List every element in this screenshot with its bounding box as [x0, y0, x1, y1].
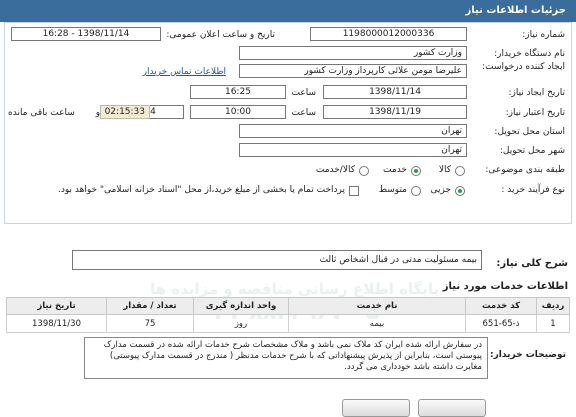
table-row[interactable]: 1 ذ-65-651 بیمه روز 75 1398/11/30: [6, 314, 570, 333]
cell-service-code: ذ-65-651: [465, 314, 537, 333]
col-header-service-code: کد خدمت: [465, 297, 537, 315]
province-label: استان محل تحویل:: [494, 127, 565, 137]
remaining-label: ساعت باقی مانده: [8, 108, 75, 118]
created-time-label: ساعت: [291, 88, 317, 98]
announce-field[interactable]: 1398/11/14 - 16:28: [11, 27, 161, 41]
buyer-org-field[interactable]: وزارت کشور: [239, 46, 467, 60]
col-header-service-name: نام خدمت: [288, 297, 466, 315]
purchase-radio-medium[interactable]: [411, 186, 421, 196]
deadline-label: تاریخ اعتبار نیاز:: [505, 108, 565, 118]
deadline-time-label: ساعت: [291, 108, 317, 118]
col-header-unit: واحد اندازه گیری: [193, 297, 289, 315]
col-header-row-number: ردیف: [536, 297, 570, 315]
buyer-notes-field[interactable]: در سفارش ارائه شده ایران کد ملاک نمی باش…: [84, 337, 488, 379]
col-header-need-date: تاریخ نیاز: [6, 297, 107, 315]
announce-label: تاریخ و ساعت اعلان عمومی:: [166, 30, 275, 40]
city-field[interactable]: تهران: [239, 143, 467, 157]
need-number-field[interactable]: 1198000012000336: [310, 27, 467, 41]
created-date-field[interactable]: 1398/11/14: [323, 85, 467, 99]
category-option-goods-service: کالا/خدمت: [315, 165, 355, 175]
back-button[interactable]: [342, 399, 410, 417]
watermark-text: پایگاه اطلاع رسانی مناقصه و مزایده ها: [150, 280, 440, 298]
page-title: جزئیات اطلاعات نیاز: [465, 5, 566, 16]
remaining-time-field: 02:15:33: [100, 105, 150, 119]
province-field[interactable]: تهران: [239, 124, 467, 138]
buyer-notes-label: توضیحات خریدار:: [490, 350, 566, 360]
cell-quantity: 75: [106, 314, 194, 333]
deadline-time-field[interactable]: 10:00: [190, 105, 286, 119]
category-radio-service[interactable]: [411, 166, 421, 176]
requester-label: ایجاد کننده درخواست:: [482, 62, 565, 72]
category-label: طبقه بندی موضوعی:: [485, 165, 565, 175]
cell-service-name: بیمه: [288, 314, 466, 333]
purchase-type-label: نوع فرآیند خرید :: [501, 185, 565, 195]
created-time-field[interactable]: 16:25: [190, 85, 286, 99]
services-table: ردیف کد خدمت نام خدمت واحد اندازه گیری ت…: [6, 297, 570, 333]
created-date-label: تاریخ ایجاد نیاز:: [508, 88, 565, 98]
purchase-option-medium: متوسط: [378, 185, 407, 195]
purchase-option-minor: جزیی: [430, 185, 451, 195]
city-label: شهر محل تحویل:: [499, 146, 565, 156]
treasury-checkbox[interactable]: [349, 186, 359, 196]
cell-unit: روز: [193, 314, 289, 333]
page-header: جزئیات اطلاعات نیاز: [0, 0, 576, 22]
col-header-quantity: تعداد / مقدار: [106, 297, 194, 315]
deadline-date-field[interactable]: 1398/11/19: [323, 105, 467, 119]
table-header-row: ردیف کد خدمت نام خدمت واحد اندازه گیری ت…: [6, 297, 570, 315]
need-number-label: شماره نیاز:: [522, 30, 565, 40]
category-option-goods: کالا: [438, 165, 451, 175]
requester-field[interactable]: علیرضا مومن علائی کارپرداز وزارت کشور: [239, 64, 467, 78]
category-radio-goods-service[interactable]: [359, 166, 369, 176]
category-option-service: خدمت: [383, 165, 407, 175]
buyer-org-label: نام دستگاه خریدار:: [494, 49, 565, 59]
cell-need-date: 1398/11/30: [6, 314, 107, 333]
cell-row-number: 1: [536, 314, 570, 333]
treasury-note: پرداخت تمام یا بخشی از مبلغ خرید،از محل …: [57, 185, 345, 195]
category-radio-goods[interactable]: [455, 166, 465, 176]
print-button[interactable]: [418, 399, 486, 417]
need-details-panel: شماره نیاز: 1198000012000336 تاریخ و ساع…: [4, 22, 572, 224]
summary-field[interactable]: بیمه مسئولیت مدنی در قبال اشخاص ثالث: [72, 250, 482, 270]
summary-label: شرح کلی نیاز:: [496, 258, 568, 269]
services-section-title: اطلاعات خدمات مورد نیاز: [442, 281, 568, 292]
purchase-radio-minor[interactable]: [455, 186, 465, 196]
buyer-contact-link[interactable]: اطلاعات تماس خریدار: [143, 67, 226, 77]
